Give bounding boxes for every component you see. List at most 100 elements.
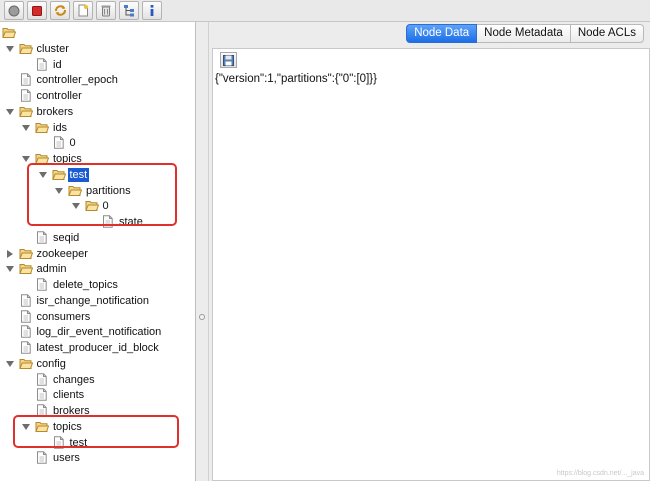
tree-node[interactable]: 0 [0, 135, 195, 151]
info-button[interactable] [142, 1, 162, 20]
save-button[interactable] [220, 52, 237, 68]
tree-view-button[interactable] [119, 1, 139, 20]
expand-toggle-open-icon[interactable] [5, 107, 15, 117]
tree-node-label[interactable]: delete_topics [51, 278, 120, 292]
tree-node-label[interactable]: changes [51, 373, 97, 387]
expand-toggle-open-icon[interactable] [54, 186, 64, 196]
tree-node[interactable]: delete_topics [0, 277, 195, 293]
expand-toggle-open-icon[interactable] [5, 359, 15, 369]
expand-toggle-open-icon[interactable] [71, 201, 81, 211]
tab-node-data[interactable]: Node Data [406, 24, 478, 43]
expand-toggle-open-icon[interactable] [5, 44, 15, 54]
tree-node-label[interactable]: admin [35, 262, 69, 276]
tree-node-label[interactable]: latest_producer_id_block [35, 341, 161, 355]
expand-toggle-open-icon[interactable] [21, 154, 31, 164]
tree-node[interactable]: users [0, 450, 195, 466]
disconnect-icon [32, 5, 42, 16]
tree-node-label[interactable]: controller [35, 89, 84, 103]
node-tree[interactable]: cluster id controller_epoch controller broke… [0, 22, 195, 481]
tree-node[interactable] [0, 25, 195, 41]
tree-node-label[interactable]: brokers [35, 105, 76, 119]
folder-open-icon [35, 122, 49, 133]
tree-node-label[interactable]: 0 [101, 199, 111, 213]
tab-node-acls[interactable]: Node ACLs [570, 24, 644, 43]
tree-node[interactable]: log_dir_event_notification [0, 324, 195, 340]
tree-node[interactable]: controller_epoch [0, 72, 195, 88]
tree-node[interactable]: state [0, 214, 195, 230]
folder-open-icon [18, 43, 33, 54]
tree-node[interactable]: partitions [0, 183, 195, 199]
file-icon [20, 73, 31, 86]
expand-toggle-open-icon[interactable] [21, 123, 31, 133]
tree-node[interactable]: test [0, 435, 195, 451]
folder-open-icon [51, 169, 66, 180]
tree-node-label[interactable]: clients [51, 388, 86, 402]
tree-node-label[interactable]: cluster [35, 42, 71, 56]
file-icon [37, 372, 47, 386]
tree-node-label[interactable]: id [51, 58, 64, 72]
tree-node[interactable]: controller [0, 88, 195, 104]
folder-open-icon [35, 154, 49, 164]
tree-node[interactable]: admin [0, 261, 195, 277]
tree-node-label[interactable]: config [35, 357, 68, 371]
tree-node-label[interactable]: controller_epoch [35, 73, 120, 87]
tree-node[interactable]: config [0, 356, 195, 372]
file-icon [37, 451, 47, 464]
tree-node[interactable]: seqid [0, 230, 195, 246]
tree-node-label[interactable]: state [117, 215, 145, 229]
pane-splitter[interactable] [195, 22, 209, 481]
node-data-panel: {"version":1,"partitions":{"0":[0]}} [212, 48, 650, 481]
tree-node[interactable]: ids [0, 120, 195, 136]
tree-node[interactable]: zookeeper [0, 246, 195, 262]
tree-node-label[interactable]: topics [51, 152, 84, 166]
tree-node-label[interactable]: partitions [84, 184, 133, 198]
tree-node[interactable]: changes [0, 372, 195, 388]
tree-node[interactable]: isr_change_notification [0, 293, 195, 309]
folder-open-icon [84, 201, 99, 212]
connect-button[interactable] [4, 1, 24, 20]
tree-node-label[interactable]: log_dir_event_notification [35, 325, 164, 339]
tree-node-label[interactable]: users [51, 451, 82, 465]
tree-node[interactable]: clients [0, 387, 195, 403]
tree-node-label[interactable]: test [68, 436, 90, 450]
file-icon [37, 388, 47, 401]
disconnect-button[interactable] [27, 1, 47, 20]
tree-node-label[interactable]: zookeeper [35, 247, 90, 261]
tree-node-label[interactable]: isr_change_notification [35, 294, 152, 308]
splitter-handle-icon[interactable] [199, 314, 205, 320]
expand-toggle-open-icon[interactable] [21, 422, 31, 432]
tree-node-label[interactable]: topics [51, 420, 84, 434]
tree-node[interactable]: brokers [0, 104, 195, 120]
file-icon [20, 89, 31, 102]
tree-node-label[interactable]: test [67, 167, 90, 182]
expand-toggle-open-icon[interactable] [5, 264, 15, 274]
tree-node-label[interactable]: seqid [51, 231, 81, 245]
tree-node[interactable]: topics [0, 419, 195, 435]
tree-node[interactable]: cluster [0, 41, 195, 57]
tree-node[interactable]: latest_producer_id_block [0, 340, 195, 356]
folder-open-icon [18, 358, 33, 369]
refresh-icon [54, 5, 66, 16]
node-detail-pane: Node Data Node Metadata Node ACLs {"vers… [209, 22, 650, 481]
tree-node[interactable]: id [0, 57, 195, 73]
tree-node[interactable]: topics [0, 151, 195, 167]
file-icon [20, 325, 31, 338]
tree-node[interactable]: consumers [0, 309, 195, 325]
node-data-text[interactable]: {"version":1,"partitions":{"0":[0]}} [215, 73, 377, 85]
tree-node-label[interactable]: 0 [68, 136, 78, 150]
tree-node-label[interactable]: consumers [35, 310, 93, 324]
tree-node-label[interactable]: ids [51, 121, 69, 135]
expand-toggle-closed-icon[interactable] [5, 249, 15, 259]
tree-node-label[interactable]: brokers [51, 404, 92, 418]
tree-node[interactable]: brokers [0, 403, 195, 419]
expand-toggle-open-icon[interactable] [38, 170, 48, 180]
tab-node-metadata[interactable]: Node Metadata [477, 24, 571, 43]
delete-node-button[interactable] [96, 1, 116, 20]
tree-node[interactable]: test [0, 167, 195, 183]
tree-icon [123, 5, 134, 17]
refresh-button[interactable] [50, 1, 70, 20]
file-icon [20, 341, 31, 354]
tree-node[interactable]: 0 [0, 198, 195, 214]
add-node-button[interactable] [73, 1, 93, 20]
detail-tabs: Node Data Node Metadata Node ACLs [406, 24, 644, 43]
